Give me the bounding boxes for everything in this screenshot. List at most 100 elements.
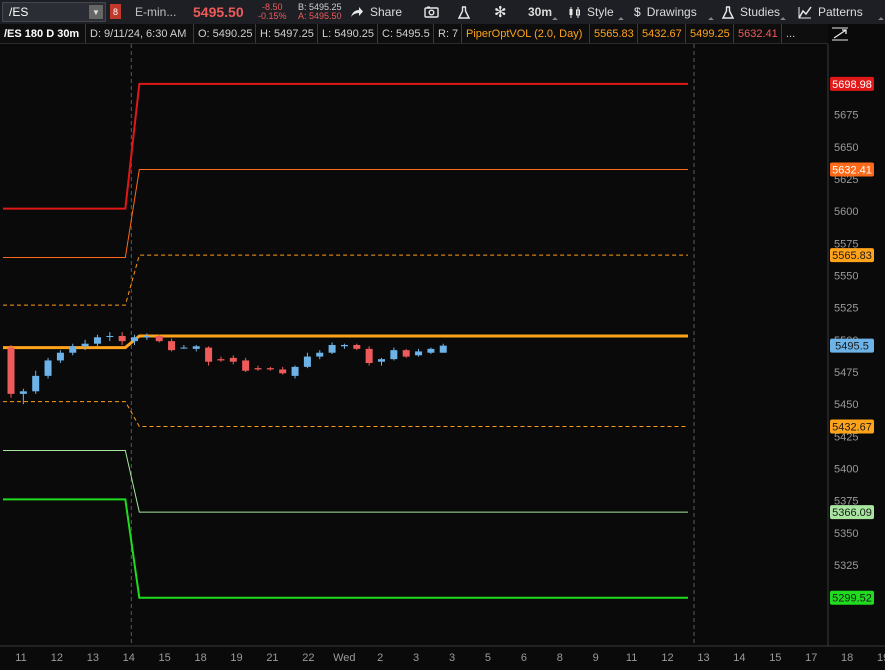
price-chart[interactable]: 5675565056255600557555505525550054755450… <box>0 44 885 670</box>
time-tick-label: 3 <box>449 652 455 664</box>
study-value-lower: 5432.67 <box>638 24 686 43</box>
price-tick-label: 5600 <box>834 206 858 218</box>
style-button[interactable]: Style <box>568 0 624 24</box>
candle-up <box>291 366 299 376</box>
drawing-tool-icon: $ <box>634 5 641 19</box>
price-tick-label: 5450 <box>834 399 858 411</box>
pct-change: -0.15% <box>258 11 287 21</box>
candle-up <box>303 356 311 367</box>
candle-up <box>390 350 398 360</box>
study-value-high: 5632.41 <box>734 24 782 43</box>
time-tick-label: Wed <box>333 652 355 664</box>
candle-down <box>365 348 373 364</box>
last-price: 5495.50 <box>193 4 244 20</box>
candle-up <box>316 352 324 357</box>
symbol-link-number: 8 <box>112 6 118 17</box>
time-tick-label: 19 <box>877 652 885 664</box>
price-tick-label: 5400 <box>834 463 858 475</box>
ask-price: A: 5495.50 <box>298 11 342 21</box>
time-tick-label: 5 <box>485 652 491 664</box>
share-icon <box>351 7 363 17</box>
flask-icon <box>722 5 734 19</box>
studies-label: Studies <box>740 5 781 19</box>
auto-scale-button[interactable] <box>828 24 885 44</box>
candle-up <box>180 347 188 349</box>
time-tick-label: 8 <box>557 652 563 664</box>
pattern-icon <box>798 6 812 18</box>
time-tick-label: 2 <box>377 652 383 664</box>
timeframe-dropdown-icon <box>552 17 558 23</box>
candle-up <box>106 335 114 337</box>
time-tick-label: 6 <box>521 652 527 664</box>
chart-settings-button[interactable]: ✻ <box>494 0 507 24</box>
time-tick-label: 18 <box>194 652 206 664</box>
time-tick-label: 21 <box>266 652 278 664</box>
candle-down <box>217 359 225 361</box>
candle-up <box>143 335 151 338</box>
symbol-link-badge[interactable]: 8 <box>110 4 121 19</box>
price-label-text: 5698.98 <box>832 79 872 91</box>
candle-down <box>205 347 213 362</box>
candle-up <box>19 391 27 394</box>
study-value-upper: 5565.83 <box>590 24 638 43</box>
bar-date: D: 9/11/24, 6:30 AM <box>86 24 194 43</box>
symbol-field[interactable]: /ES ▼ <box>2 2 106 22</box>
time-tick-label: 13 <box>697 652 709 664</box>
time-tick-label: 19 <box>230 652 242 664</box>
price-tick-label: 5650 <box>834 142 858 154</box>
candle-up <box>427 348 435 353</box>
patterns-button[interactable]: Patterns <box>798 0 884 24</box>
candle-up <box>56 352 64 361</box>
candle-down <box>242 360 250 371</box>
flask-icon <box>458 5 470 19</box>
snapshot-button[interactable] <box>424 0 439 24</box>
style-label: Style <box>587 5 614 19</box>
candle-down <box>155 335 163 342</box>
candle-up <box>44 360 52 376</box>
share-button[interactable]: Share <box>350 0 402 24</box>
study-name[interactable]: PiperOptVOL (2.0, Day) <box>462 24 590 43</box>
drawings-button[interactable]: $ Drawings <box>634 0 714 24</box>
patterns-dropdown-icon <box>878 17 884 23</box>
candlestick-icon <box>569 6 580 18</box>
time-tick-label: 17 <box>805 652 817 664</box>
candle-up <box>328 345 336 353</box>
bar-close: C: 5495.5 <box>378 24 434 43</box>
time-tick-label: 9 <box>593 652 599 664</box>
time-tick-label: 22 <box>302 652 314 664</box>
candle-up <box>32 375 40 392</box>
bar-open: O: 5490.25 <box>194 24 256 43</box>
candle-down <box>7 347 15 394</box>
drawings-dropdown-icon <box>708 17 714 23</box>
time-tick-label: 12 <box>51 652 63 664</box>
candle-down <box>402 350 410 357</box>
candle-up <box>340 345 348 347</box>
autoscale-icon <box>832 27 848 41</box>
gear-icon: ✻ <box>494 4 507 21</box>
time-tick-label: 12 <box>661 652 673 664</box>
timeframe-label: 30m <box>527 5 553 19</box>
timeframe-button[interactable]: 30m <box>522 0 558 24</box>
bid-ask-block: B: 5495.25 A: 5495.50 <box>298 0 342 24</box>
bar-high: H: 5497.25 <box>256 24 318 43</box>
studies-button[interactable]: Studies <box>722 0 786 24</box>
candle-up <box>93 337 101 344</box>
bar-range: R: 7 <box>434 24 462 43</box>
style-dropdown-icon <box>618 17 624 23</box>
study-more[interactable]: ... <box>782 24 802 43</box>
candle-up <box>378 359 385 362</box>
price-label-text: 5432.67 <box>832 421 872 433</box>
price-tick-label: 5350 <box>834 528 858 540</box>
candle-down <box>118 335 126 342</box>
studies-lab-button[interactable] <box>458 0 470 24</box>
candle-up <box>69 346 77 353</box>
symbol-dropdown-icon[interactable]: ▼ <box>89 5 103 19</box>
time-tick-label: 15 <box>769 652 781 664</box>
symbol-description: E-min... <box>135 5 177 19</box>
price-label-text: 5366.09 <box>832 507 872 519</box>
price-tick-label: 5475 <box>834 367 858 379</box>
top-toolbar: /ES ▼ 8 E-min... 5495.50 -8.50 -0.15% B:… <box>0 0 885 25</box>
candle-down <box>229 357 237 362</box>
candle-up <box>415 351 423 356</box>
chart-symbol-label[interactable]: /ES 180 D 30m <box>0 24 86 43</box>
